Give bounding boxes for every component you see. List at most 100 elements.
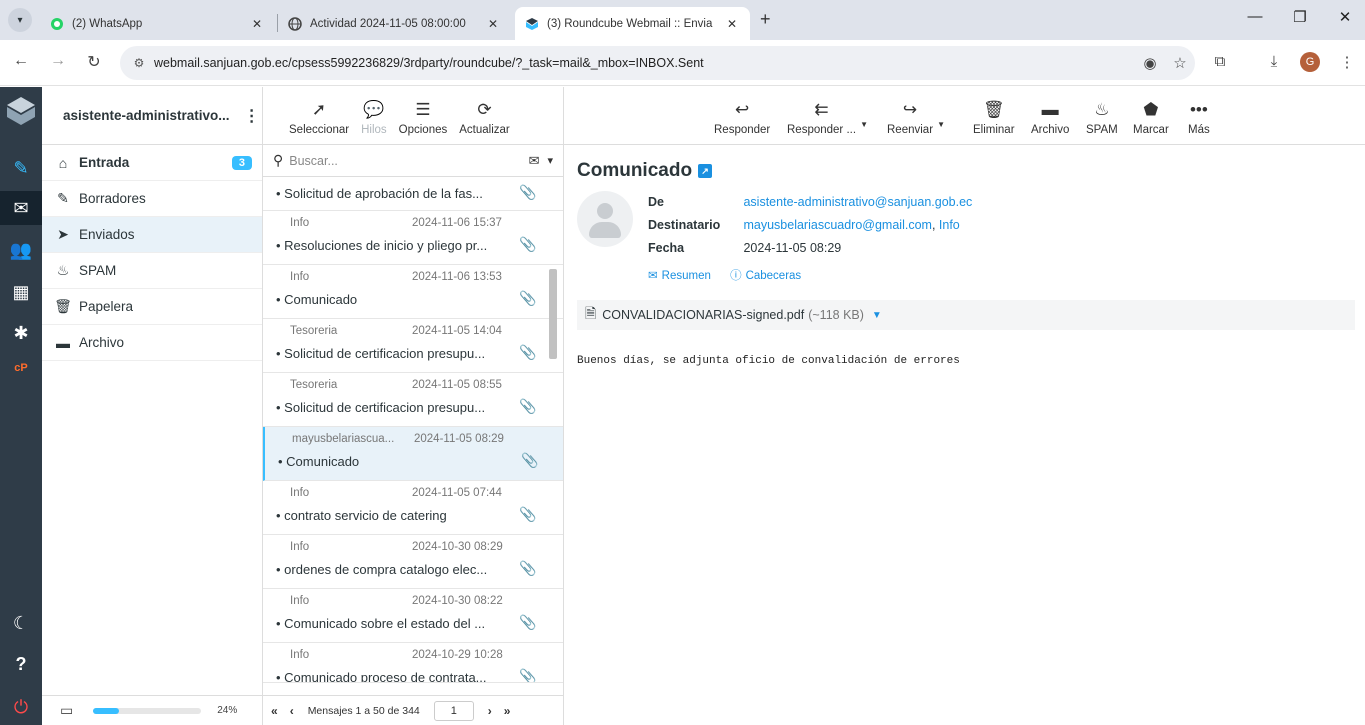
list-item[interactable]: Tesoreria 2024-11-05 14:04 • Solicitud d… [263, 319, 563, 373]
from-address[interactable]: asistente-administrativo@sanjuan.gob.ec [743, 195, 972, 209]
delete-button[interactable]: 🗑 Eliminar [973, 100, 1015, 136]
archive-button[interactable]: ▬ Archivo [1031, 100, 1069, 136]
folder-spam[interactable]: ♨ SPAM [42, 253, 262, 289]
menu-icon[interactable]: ⋮ [1335, 53, 1359, 71]
new-tab-icon[interactable]: + [760, 9, 771, 30]
list-item[interactable]: Info 2024-11-06 13:53 • Comunicado 📎 [263, 265, 563, 319]
help-icon[interactable]: ? [0, 647, 42, 681]
attachment-name[interactable]: CONVALIDACIONARIAS-signed.pdf [602, 308, 804, 322]
close-icon[interactable]: ✕ [485, 17, 501, 31]
attachment-bar[interactable]: 🗎 CONVALIDACIONARIAS-signed.pdf (~118 KB… [577, 300, 1355, 330]
reply-all-button[interactable]: ⇇ Responder ... ▼ [787, 100, 868, 136]
message-body: Buenos días, se adjunta oficio de conval… [577, 355, 960, 367]
tab-actividad[interactable]: Actividad 2024-11-05 08:00:00 ✕ [278, 7, 511, 40]
forward-button[interactable]: ↪ Reenviar ▼ [887, 100, 945, 136]
reply-button[interactable]: ↩ Responder [714, 100, 770, 136]
roundcube-logo[interactable] [5, 95, 37, 127]
message-from: mayusbelariascua... [292, 433, 395, 445]
list-item[interactable]: Tesoreria 2024-11-05 08:55 • Solicitud d… [263, 373, 563, 427]
folder-borradores[interactable]: ✎ Borradores [42, 181, 262, 217]
folder-papelera[interactable]: 🗑 Papelera [42, 289, 262, 325]
folder-label: SPAM [79, 263, 117, 278]
mail-icon[interactable]: ✉ [0, 191, 42, 225]
compose-icon[interactable]: ✎ [0, 151, 42, 185]
download-icon[interactable]: ⤓ [1262, 53, 1286, 70]
reload-icon[interactable]: ↻ [83, 52, 105, 72]
tab-whatsapp[interactable]: (2) WhatsApp ✕ [40, 7, 275, 40]
mark-button[interactable]: ⬟ Marcar [1133, 100, 1169, 136]
close-icon[interactable]: ✕ [249, 17, 265, 31]
settings-icon[interactable]: ✱ [0, 316, 42, 350]
prev-page-icon[interactable]: ‹ [290, 704, 294, 718]
scroll-thumb[interactable] [549, 269, 557, 359]
inbox-icon: ⌂ [58, 154, 68, 171]
open-external-icon[interactable]: ↗ [698, 163, 713, 178]
minimize-icon[interactable]: — [1240, 8, 1270, 25]
subject-text: ordenes de compra catalogo elec... [284, 562, 488, 577]
logout-icon[interactable]: ⏻ [0, 690, 42, 724]
restore-icon[interactable]: ❐ [1285, 8, 1315, 26]
chevron-down-icon[interactable]: ▼ [872, 310, 882, 321]
eye-icon[interactable]: ◉ [1135, 54, 1165, 72]
list-item[interactable]: Info 2024-10-30 08:22 • Comunicado sobre… [263, 589, 563, 643]
close-icon[interactable]: ✕ [724, 17, 740, 31]
account-menu-icon[interactable]: ⋮ [244, 106, 260, 126]
dark-mode-icon[interactable]: ☾ [0, 606, 42, 640]
first-page-icon[interactable]: « [271, 704, 278, 718]
star-icon[interactable]: ☆ [1165, 54, 1195, 72]
threads-button[interactable]: 💬 Hilos [361, 100, 387, 136]
summary-link[interactable]: Resumen [662, 270, 711, 282]
select-button[interactable]: ➚ Seleccionar [289, 100, 349, 136]
url-text[interactable]: webmail.sanjuan.gob.ec/cpsess5992236829/… [154, 56, 1135, 70]
spam-button[interactable]: ♨ SPAM [1086, 100, 1118, 136]
more-button[interactable]: ••• Más [1188, 100, 1210, 136]
search-icon: ⚲ [273, 152, 284, 168]
chevron-down-icon[interactable]: ▼ [937, 120, 945, 129]
headers-link[interactable]: Cabeceras [746, 270, 802, 282]
refresh-button[interactable]: ⟳ Actualizar [459, 100, 510, 136]
list-item[interactable]: Info 2024-10-29 10:28 • Comunicado proce… [263, 643, 563, 683]
tab-roundcube[interactable]: (3) Roundcube Webmail :: Envia ✕ [515, 7, 750, 40]
tab-search-button[interactable]: ▾ [8, 8, 32, 32]
chevron-down-icon[interactable]: ▼ [860, 120, 868, 129]
next-page-icon[interactable]: › [488, 704, 492, 718]
site-settings-icon[interactable]: ⚙ [124, 56, 154, 70]
search-bar[interactable]: ⚲ Buscar... ✉ ▾ [263, 145, 563, 177]
page-input[interactable]: 1 [433, 700, 474, 721]
forward-icon[interactable]: → [47, 52, 69, 70]
envelope-icon[interactable]: ✉ [529, 153, 540, 169]
contacts-icon[interactable]: 👥 [0, 233, 42, 267]
tag-icon: ⬟ [1143, 100, 1159, 119]
list-item[interactable]: Info 2024-11-06 15:37 • Resoluciones de … [263, 211, 563, 265]
search-input[interactable]: Buscar... [289, 154, 338, 168]
last-page-icon[interactable]: » [504, 704, 511, 718]
address-bar[interactable]: ⚙ webmail.sanjuan.gob.ec/cpsess599223682… [120, 46, 1195, 80]
list-item[interactable]: Info 2024-10-30 08:29 • ordenes de compr… [263, 535, 563, 589]
list-item[interactable]: Info 2024-11-05 07:44 • contrato servici… [263, 481, 563, 535]
message-date: 2024-11-05 08:55 [412, 379, 502, 391]
to-address[interactable]: mayusbelariascuadro@gmail.com [743, 218, 931, 232]
window-close-icon[interactable]: ✕ [1330, 8, 1360, 26]
folder-enviados[interactable]: ➤ Enviados [42, 217, 262, 253]
message-view: ↩ Responder ⇇ Responder ... ▼ ↪ Reenviar ▼ 🗑 E… [564, 87, 1365, 725]
cpanel-icon[interactable]: cP [0, 351, 42, 385]
folder-label: Papelera [79, 299, 134, 314]
more-icon: ••• [1189, 100, 1208, 119]
list-scrollbar[interactable] [546, 179, 560, 693]
calendar-icon[interactable]: ▦ [0, 275, 42, 309]
folder-archivo[interactable]: ▬ Archivo [42, 325, 262, 361]
quota-footer: ▭ 24% [42, 695, 263, 725]
options-button[interactable]: ☰ Opciones [399, 100, 448, 136]
back-icon[interactable]: ← [10, 52, 32, 70]
list-item-selected[interactable]: mayusbelariascua... 2024-11-05 08:29 • C… [263, 427, 563, 481]
to-address-extra[interactable]: Info [939, 218, 960, 232]
trash-icon: 🗑 [54, 298, 72, 314]
chevron-down-icon[interactable]: ▾ [547, 154, 553, 167]
list-toolbar: ➚ Seleccionar 💬 Hilos ☰ Opciones ⟳ Actualiza… [263, 87, 563, 145]
extensions-icon[interactable]: ⧉ [1208, 53, 1232, 70]
list-item[interactable]: • Solicitud de aprobación de la fas... 📎 [263, 177, 563, 211]
profile-avatar[interactable]: G [1300, 52, 1320, 72]
subject-text: Comunicado sobre el estado del ... [284, 616, 486, 631]
folder-entrada[interactable]: ⌂ Entrada 3 [42, 145, 262, 181]
cursor-icon: ➚ [311, 100, 327, 119]
